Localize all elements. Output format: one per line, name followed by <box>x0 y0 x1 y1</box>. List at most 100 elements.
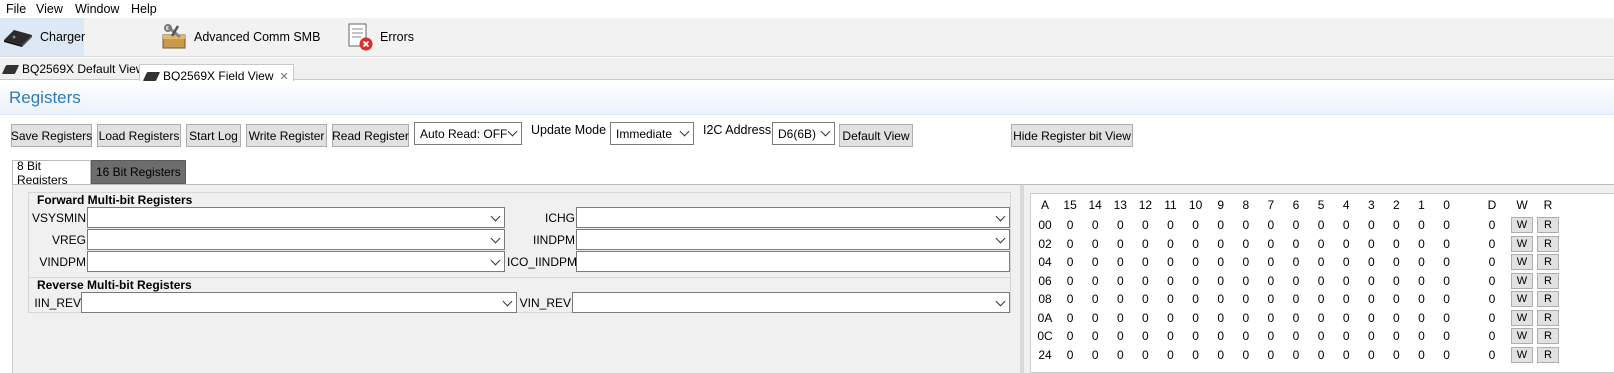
bit-cell: 0 <box>1242 236 1250 251</box>
tab-8-bit-registers[interactable]: 8 Bit Registers <box>12 159 91 187</box>
write-row-button[interactable]: W <box>1511 217 1533 233</box>
bit-cell: 0 <box>1242 347 1250 362</box>
bit-cell: 0 <box>1367 310 1375 325</box>
menu-window[interactable]: Window <box>75 2 119 16</box>
iindpm-combo[interactable] <box>576 229 1010 250</box>
menu-file[interactable]: File <box>6 2 26 16</box>
vindpm-label: VINDPM <box>39 255 86 269</box>
vin-rev-combo[interactable] <box>572 292 1010 313</box>
write-row-button[interactable]: W <box>1511 235 1533 252</box>
bit-cell: 0 <box>1167 218 1174 232</box>
bit-cell: 0 <box>1292 218 1300 232</box>
read-row-button[interactable]: R <box>1537 217 1559 233</box>
bit-cell: 0 <box>1242 292 1250 306</box>
vin-rev-label: VIN_REV <box>519 296 571 310</box>
bit-cell: 0 <box>1393 236 1400 251</box>
bit-cell: 0 <box>1443 218 1450 232</box>
write-row-button[interactable]: W <box>1511 328 1533 344</box>
table-row: 00 0 0 0 0 0 0 0 0 0 0 0 0 0 0 0 0 0 W R <box>1031 216 1614 235</box>
update-mode-select[interactable]: Immediate <box>610 122 694 145</box>
start-log-button[interactable]: Start Log <box>186 124 241 147</box>
write-row-button[interactable]: W <box>1511 254 1533 270</box>
bit-cell: 0 <box>1393 310 1400 325</box>
hide-register-bit-view-button[interactable]: Hide Register bit View <box>1011 124 1133 147</box>
chevron-down-icon <box>820 126 831 137</box>
ichg-label: ICHG <box>545 211 575 225</box>
i2c-address-label: I2C Address <box>703 123 772 137</box>
iin-rev-combo[interactable] <box>81 292 517 313</box>
menu-view[interactable]: View <box>36 2 63 16</box>
bit-cell: 0 <box>1116 310 1124 325</box>
read-register-button[interactable]: Read Register <box>332 124 409 147</box>
bit-cell: 0 <box>1192 347 1199 362</box>
read-row-button[interactable]: R <box>1537 272 1559 289</box>
i2c-address-select[interactable]: D6(6B) <box>772 122 835 145</box>
write-row-button[interactable]: W <box>1511 309 1533 326</box>
read-row-button[interactable]: R <box>1537 328 1559 344</box>
bit-cell: 0 <box>1342 255 1350 269</box>
bit-cell: 0 <box>1192 236 1199 251</box>
register-decimal-value: 0 <box>1488 255 1496 269</box>
bit-cell: 0 <box>1292 292 1300 306</box>
bit-cell: 0 <box>1317 218 1325 232</box>
vsysmin-combo[interactable] <box>87 207 505 228</box>
column-header: 14 <box>1088 198 1102 212</box>
bit-cell: 0 <box>1418 292 1425 306</box>
auto-read-select[interactable]: Auto Read: OFF <box>414 122 522 145</box>
vreg-label: VREG <box>51 233 86 247</box>
table-row: 02 0 0 0 0 0 0 0 0 0 0 0 0 0 0 0 0 0 W R <box>1031 235 1614 254</box>
update-mode-label: Update Mode <box>531 123 607 137</box>
save-registers-button[interactable]: Save Registers <box>11 124 92 147</box>
write-register-button[interactable]: Write Register <box>246 124 327 147</box>
vindpm-combo[interactable] <box>87 251 505 272</box>
tab-default-view[interactable]: BQ2569X Default View <box>0 58 149 80</box>
update-mode-value: Immediate <box>616 126 673 141</box>
bit-cell: 0 <box>1317 310 1325 325</box>
bit-cell: 0 <box>1443 292 1450 306</box>
bit-cell: 0 <box>1292 329 1300 343</box>
write-row-button[interactable]: W <box>1511 346 1533 363</box>
bit-cell: 0 <box>1292 255 1300 269</box>
chevron-down-icon <box>995 211 1006 222</box>
bit-cell: 0 <box>1367 273 1375 288</box>
column-header: 11 <box>1164 198 1177 212</box>
read-row-button[interactable]: R <box>1537 235 1559 252</box>
advanced-comm-smb-button[interactable]: Advanced Comm SMB <box>160 18 320 56</box>
write-row-button[interactable]: W <box>1511 272 1533 289</box>
read-row-button[interactable]: R <box>1537 346 1559 363</box>
tab-16-bit-registers[interactable]: 16 Bit Registers <box>91 160 186 184</box>
bit-cell: 0 <box>1167 347 1174 362</box>
menu-help[interactable]: Help <box>131 2 157 16</box>
load-registers-button[interactable]: Load Registers <box>97 124 181 147</box>
write-row-button[interactable]: W <box>1511 291 1533 307</box>
bit-cell: 0 <box>1367 347 1375 362</box>
read-row-button[interactable]: R <box>1537 291 1559 307</box>
bit-cell: 0 <box>1091 329 1099 343</box>
bit-cell: 0 <box>1091 273 1099 288</box>
read-row-button[interactable]: R <box>1537 309 1559 326</box>
bit-cell: 0 <box>1418 329 1425 343</box>
bit-cell: 0 <box>1443 347 1450 362</box>
bit-cell: 0 <box>1418 310 1425 325</box>
default-view-button[interactable]: Default View <box>839 124 913 147</box>
column-header: 3 <box>1367 198 1375 212</box>
bit-cell: 0 <box>1393 329 1400 343</box>
bit-cell: 0 <box>1267 347 1275 362</box>
vreg-combo[interactable] <box>87 229 505 250</box>
errors-button[interactable]: Errors <box>346 18 414 56</box>
bit-cell: 0 <box>1267 218 1275 232</box>
chevron-down-icon <box>679 126 690 137</box>
vsysmin-label: VSYSMIN <box>31 211 86 225</box>
column-header: 0 <box>1443 198 1450 212</box>
column-header: A <box>1040 198 1049 212</box>
read-row-button[interactable]: R <box>1537 254 1559 270</box>
bit-cell: 0 <box>1192 310 1199 325</box>
bit-cell: 0 <box>1292 347 1300 362</box>
chevron-down-icon <box>490 233 501 244</box>
table-row: 0A 0 0 0 0 0 0 0 0 0 0 0 0 0 0 0 0 0 W R <box>1031 309 1614 328</box>
ichg-combo[interactable] <box>576 207 1010 228</box>
ico-iindpm-field[interactable] <box>576 251 1010 272</box>
charger-button[interactable]: Charger <box>0 18 85 56</box>
bit-cell: 0 <box>1267 329 1275 343</box>
bit-cell: 0 <box>1393 292 1400 306</box>
